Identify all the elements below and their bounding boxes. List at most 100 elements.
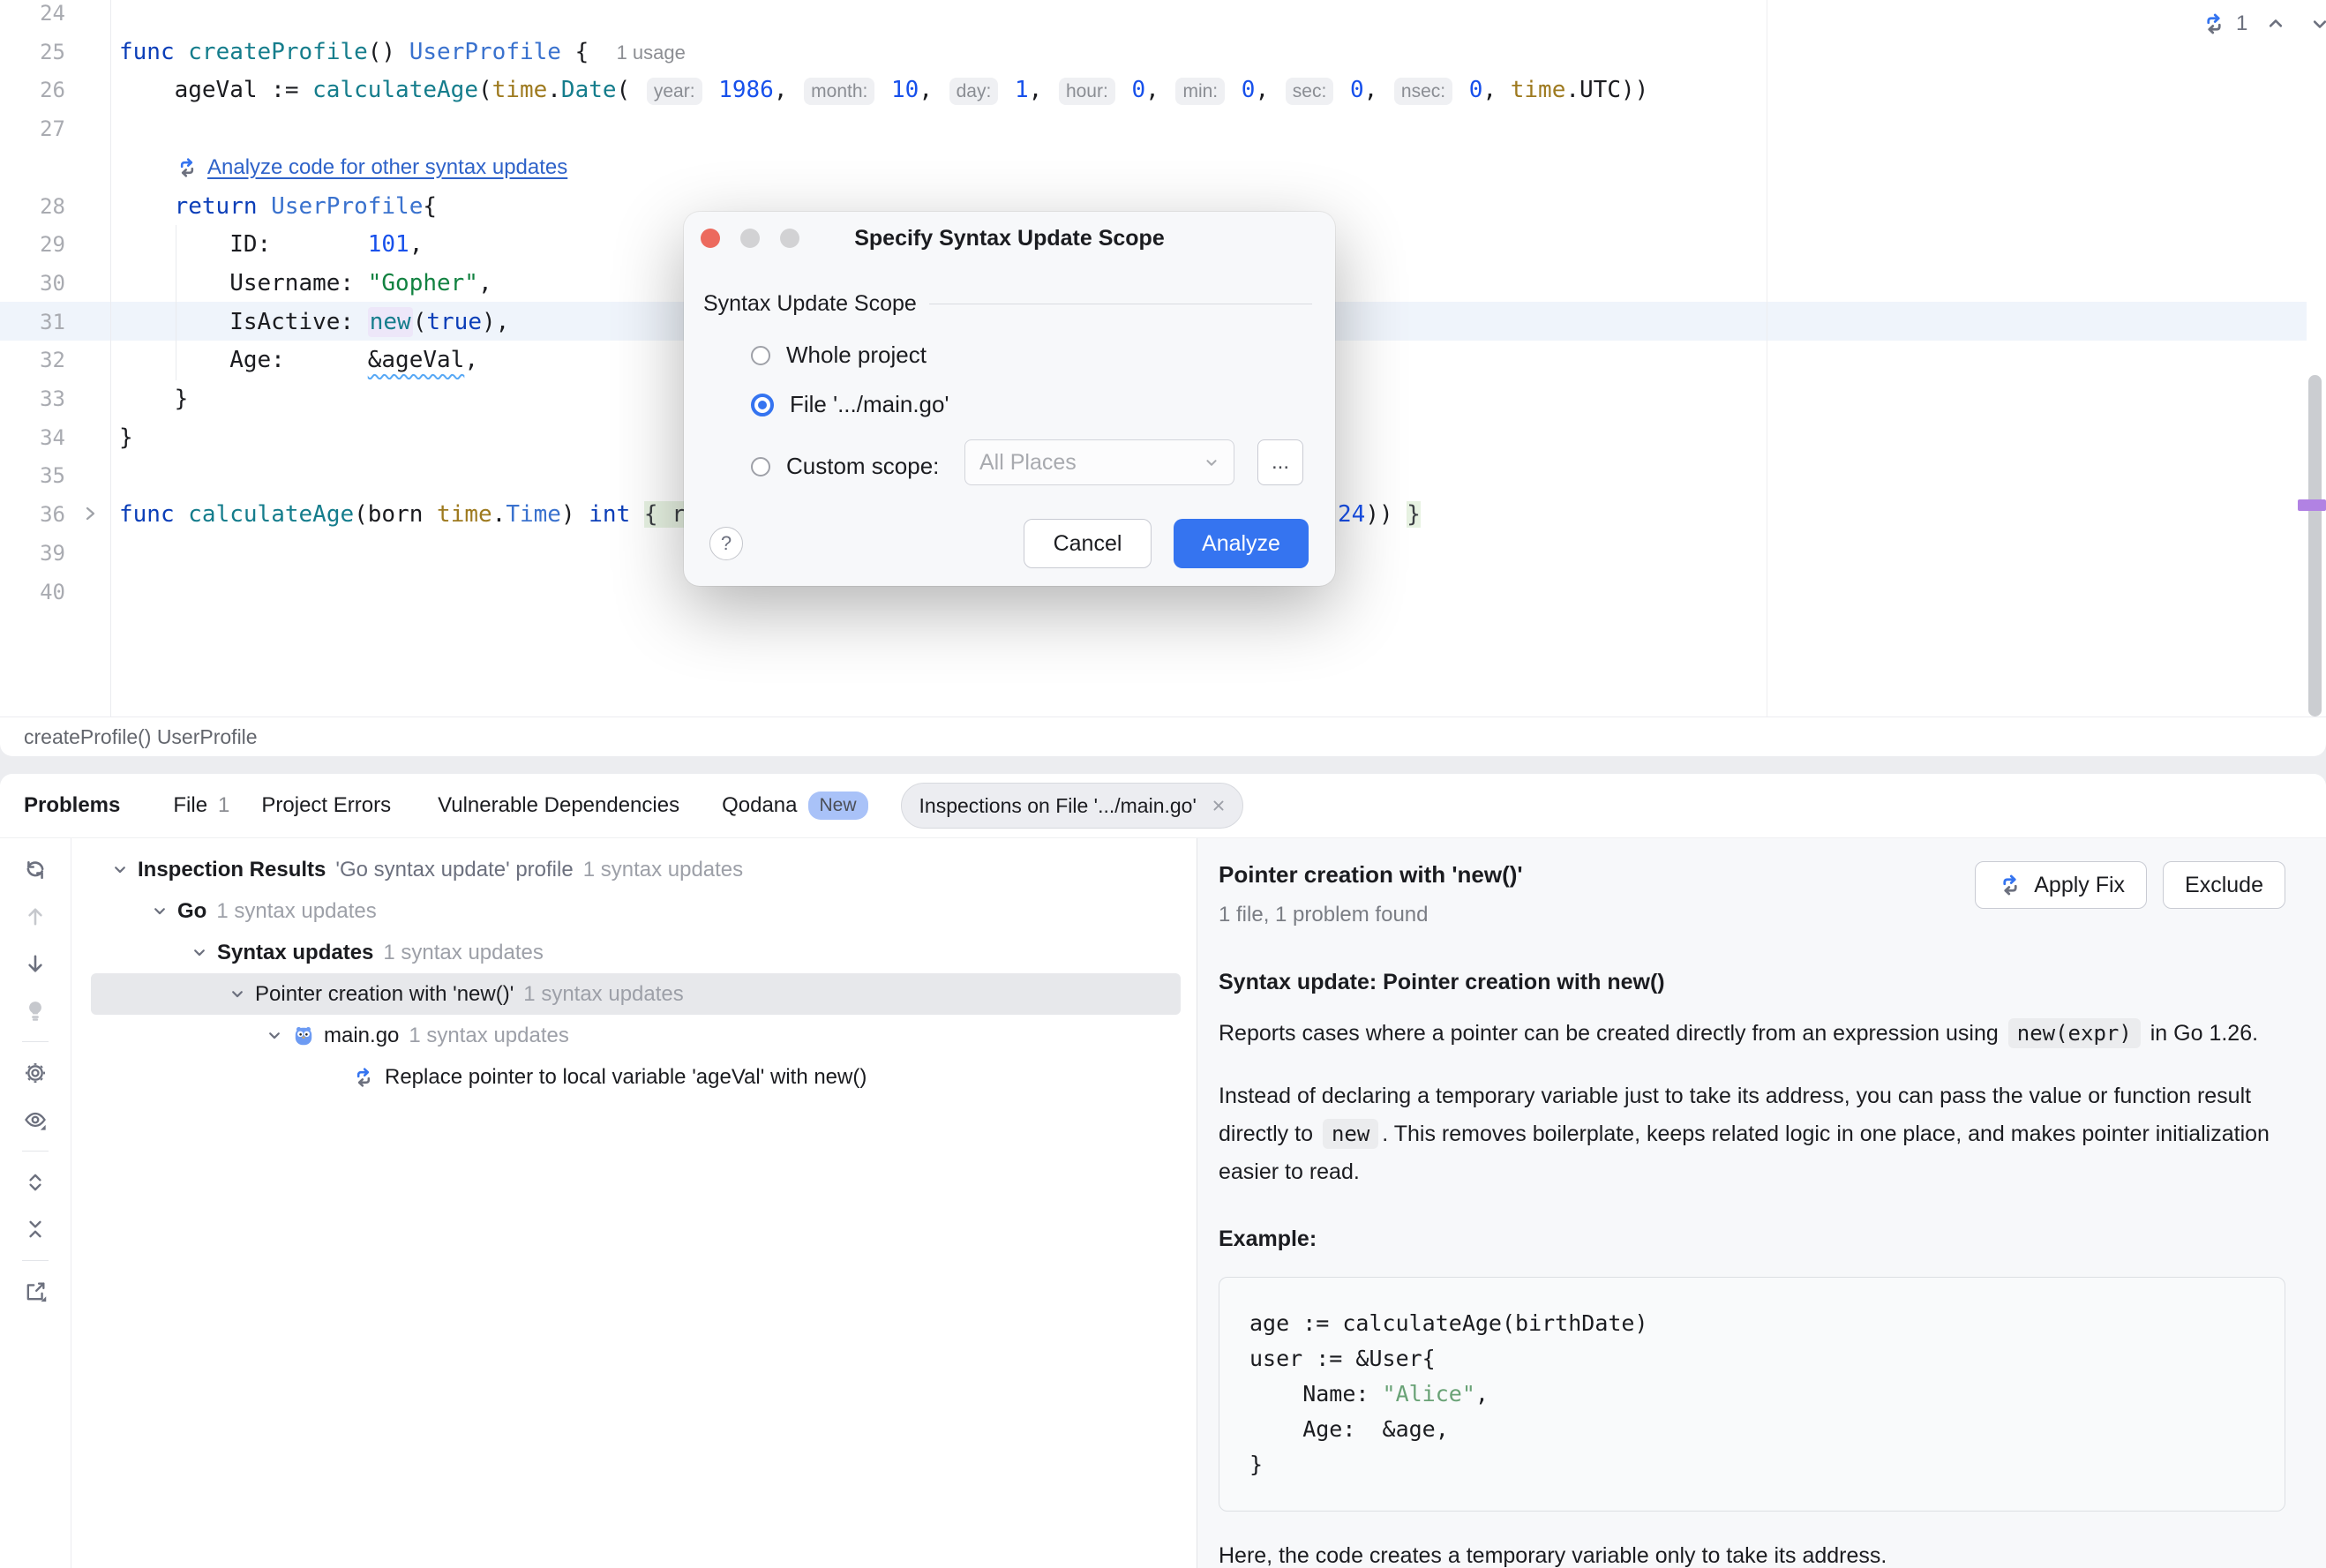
radio-whole-project[interactable]: Whole project: [751, 341, 927, 369]
collapse-all-button[interactable]: [18, 1212, 53, 1247]
chevron-down-icon[interactable]: [228, 985, 247, 1004]
code-line-33[interactable]: }: [175, 379, 189, 418]
code-line-31[interactable]: IsActive: new(true),: [229, 303, 509, 341]
tree-row-2[interactable]: Syntax updates1 syntax updates: [91, 932, 1181, 973]
example-code-block: age := calculateAge(birthDate)user := &U…: [1219, 1277, 2285, 1512]
code-line-28[interactable]: return UserProfile{: [175, 187, 437, 226]
tab-qodana[interactable]: Qodana New: [722, 792, 867, 820]
syntax-update-icon: [351, 1065, 376, 1090]
tree-row-count: 1 syntax updates: [409, 1024, 568, 1048]
line-number: 34: [0, 418, 65, 457]
line-number: 39: [0, 534, 65, 573]
open-in-new-window-button[interactable]: [18, 1274, 53, 1309]
problem-detail-panel: Pointer creation with 'new()' 1 file, 1 …: [1197, 838, 2326, 1568]
problem-title: Pointer creation with 'new()': [1219, 861, 1523, 889]
tool-window-toolbar: [0, 838, 71, 1568]
line-number: 36: [0, 495, 65, 534]
analyze-other-updates-link[interactable]: Analyze code for other syntax updates: [175, 148, 567, 187]
chevron-down-icon[interactable]: [110, 860, 130, 880]
apply-fix-button[interactable]: Apply Fix: [1975, 861, 2147, 909]
tree-row-3[interactable]: Pointer creation with 'new()' 1 syntax up…: [91, 973, 1181, 1015]
cancel-button[interactable]: Cancel: [1024, 519, 1152, 568]
tab-file[interactable]: File 1: [173, 793, 229, 818]
syntax-update-icon: [2201, 11, 2227, 37]
code-line-32[interactable]: Age: &ageVal,: [229, 341, 478, 379]
line-number: 27: [0, 109, 65, 148]
file-problem-count: 1: [218, 793, 229, 818]
fold-arrow-icon[interactable]: [81, 505, 99, 522]
tree-row-count: 1 syntax updates: [523, 982, 683, 1007]
inspection-count: 1: [2236, 11, 2247, 36]
tree-row-label: Pointer creation with 'new()': [255, 982, 514, 1007]
example-explanation: Here, the code creates a temporary varia…: [1219, 1543, 2285, 1568]
line-number: 28: [0, 187, 65, 226]
line-number: 33: [0, 379, 65, 418]
scope-group-label: Syntax Update Scope: [703, 291, 1312, 317]
code-line-30[interactable]: Username: "Gopher",: [229, 264, 491, 303]
new-badge: New: [808, 792, 868, 820]
tree-row-4[interactable]: main.go 1 syntax updates: [91, 1015, 1181, 1056]
editor-scrollbar[interactable]: [2308, 375, 2322, 716]
previous-problem-button[interactable]: [18, 899, 53, 934]
go-file-icon: [292, 1024, 315, 1047]
code-line-29[interactable]: ID: 101,: [229, 225, 423, 264]
code-line-34[interactable]: }: [119, 418, 133, 457]
line-number: 26: [0, 71, 65, 109]
chevron-down-icon[interactable]: [190, 943, 209, 963]
tab-vulnerable-dependencies[interactable]: Vulnerable Dependencies: [438, 793, 679, 818]
toolbar-divider: [22, 1151, 49, 1152]
code-line-36[interactable]: func calculateAge(born time.Time) int { …: [119, 495, 686, 534]
code-line-36-continuation[interactable]: 24)) }: [1338, 495, 1421, 534]
gutter-separator: [110, 0, 111, 716]
radio-icon[interactable]: [751, 457, 770, 476]
inspection-widget[interactable]: 1: [2201, 11, 2326, 37]
tool-window-tabs: Problems File 1 Project Errors Vulnerabl…: [0, 774, 2326, 838]
line-number: 24: [0, 0, 65, 33]
tree-row-count: 1 syntax updates: [583, 858, 743, 882]
line-number: 29: [0, 225, 65, 264]
line-number: 32: [0, 341, 65, 379]
browse-scopes-button[interactable]: ...: [1257, 439, 1303, 485]
inspection-heading: Syntax update: Pointer creation with new…: [1219, 970, 2285, 995]
radio-custom-scope[interactable]: Custom scope:: [751, 453, 939, 480]
tree-row-1[interactable]: Go1 syntax updates: [91, 890, 1181, 932]
close-icon[interactable]: [1209, 796, 1228, 815]
chevron-down-icon: [1202, 453, 1221, 472]
exclude-button[interactable]: Exclude: [2163, 861, 2285, 909]
syntax-update-icon: [1997, 872, 2023, 898]
prev-problem-icon[interactable]: [2263, 11, 2288, 36]
problems-tool-window: Problems File 1 Project Errors Vulnerabl…: [0, 774, 2326, 1568]
radio-file[interactable]: File '.../main.go': [751, 391, 949, 418]
tree-row-5[interactable]: Replace pointer to local variable 'ageVa…: [91, 1056, 1181, 1098]
scope-select[interactable]: All Places: [964, 439, 1234, 485]
help-button[interactable]: ?: [709, 527, 743, 560]
quick-fix-lightbulb-button[interactable]: [18, 993, 53, 1028]
toolbar-divider: [22, 1041, 49, 1042]
tree-row-label: main.go: [324, 1024, 399, 1048]
analyze-button[interactable]: Analyze: [1174, 519, 1309, 568]
radio-icon[interactable]: [751, 346, 770, 365]
code-line-26[interactable]: ageVal := calculateAge(time.Date( year: …: [175, 71, 1649, 109]
breadcrumb[interactable]: createProfile() UserProfile: [0, 716, 2326, 756]
tab-inspections-on-file[interactable]: Inspections on File '.../main.go': [901, 783, 1243, 829]
tab-project-errors[interactable]: Project Errors: [261, 793, 391, 818]
inspection-description-1: Reports cases where a pointer can be cre…: [1219, 1015, 2285, 1053]
preview-eye-button[interactable]: [18, 1102, 53, 1137]
radio-selected-icon[interactable]: [751, 394, 774, 416]
tab-problems[interactable]: Problems: [24, 793, 120, 818]
tree: Inspection Results'Go syntax update' pro…: [71, 838, 1197, 1568]
error-stripe-mark[interactable]: [2298, 499, 2326, 511]
chevron-down-icon[interactable]: [150, 902, 169, 921]
expand-all-button[interactable]: [18, 1165, 53, 1200]
chevron-down-icon[interactable]: [265, 1026, 284, 1046]
problem-summary: 1 file, 1 problem found: [1219, 903, 1523, 927]
inspection-description-2: Instead of declaring a temporary variabl…: [1219, 1077, 2285, 1191]
tree-row-0[interactable]: Inspection Results'Go syntax update' pro…: [91, 849, 1181, 890]
line-number: 30: [0, 264, 65, 303]
settings-button[interactable]: [18, 1055, 53, 1091]
code-line-25[interactable]: func createProfile() UserProfile { 1 usa…: [119, 33, 686, 71]
line-number: 25: [0, 33, 65, 71]
next-problem-icon[interactable]: [2307, 11, 2326, 36]
rerun-inspection-button[interactable]: [18, 852, 53, 888]
next-problem-button[interactable]: [18, 946, 53, 981]
